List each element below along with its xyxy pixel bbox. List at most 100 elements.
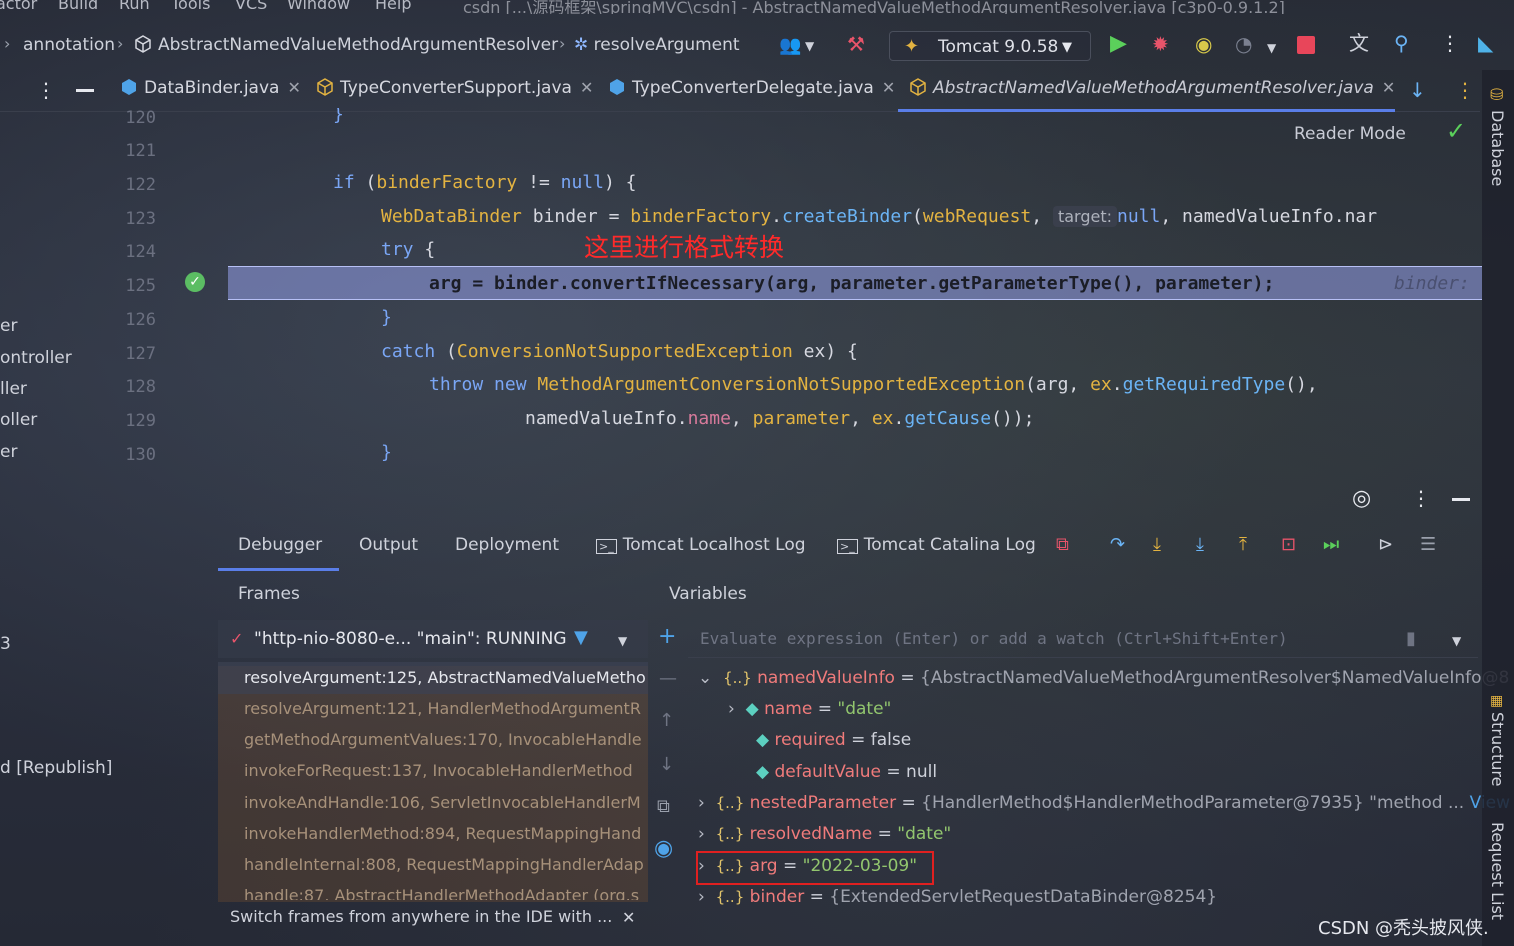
coverage-icon[interactable]: ◔ bbox=[1235, 34, 1252, 54]
run-icon[interactable]: ▶ bbox=[1110, 33, 1127, 55]
tab-abstractnamedvaluemethodargumentresolver[interactable]: AbstractNamedValueMethodArgumentResolver… bbox=[909, 78, 1395, 108]
tab-deployment[interactable]: Deployment bbox=[455, 535, 559, 555]
field-icon: ◆ bbox=[745, 699, 759, 719]
structure-tool-button[interactable]: Structure bbox=[1488, 712, 1507, 786]
stack-frame[interactable]: invokeHandlerMethod:894, RequestMappingH… bbox=[244, 824, 648, 843]
variable-row[interactable]: ⌄ {..} namedValueInfo = {AbstractNamedVa… bbox=[698, 668, 1509, 688]
menu-build[interactable]: Build bbox=[58, 0, 98, 13]
build-hammer-icon[interactable]: ⚒ bbox=[847, 34, 865, 54]
tab-tomcat-catalina-log[interactable]: >_ Tomcat Catalina Log bbox=[837, 535, 1036, 555]
tab-typeconvertersupport[interactable]: TypeConverterSupport.java ✕ bbox=[316, 78, 593, 108]
close-icon[interactable]: ✕ bbox=[622, 909, 635, 927]
arrow-down-icon[interactable]: ↓ bbox=[1409, 80, 1426, 100]
project-tree-item[interactable]: ller bbox=[0, 379, 27, 399]
breadcrumb-class[interactable]: AbstractNamedValueMethodArgumentResolver bbox=[134, 35, 558, 55]
stack-frame[interactable]: invokeAndHandle:106, ServletInvocableHan… bbox=[244, 793, 648, 812]
dropdown-caret-icon[interactable]: ▼ bbox=[1452, 632, 1461, 650]
variable-row[interactable]: › {..} binder = {ExtendedServletRequestD… bbox=[698, 887, 1217, 907]
breadcrumb-method[interactable]: ✲ resolveArgument bbox=[574, 35, 740, 55]
reader-mode-button[interactable]: Reader Mode bbox=[1294, 124, 1406, 144]
project-tree-item[interactable]: oller bbox=[0, 410, 37, 430]
structure-icon[interactable]: ▦ bbox=[1490, 692, 1503, 710]
database-tool-button[interactable]: Database bbox=[1488, 110, 1507, 186]
variable-row[interactable]: › {..} resolvedName = "date" bbox=[698, 824, 951, 844]
filter-icon[interactable]: ▼ bbox=[574, 629, 588, 647]
console-icon[interactable]: ⊳ bbox=[1378, 536, 1393, 554]
minimize-icon[interactable] bbox=[1452, 498, 1470, 501]
variable-row[interactable]: ◆ defaultValue = null bbox=[756, 762, 937, 782]
tab-debugger[interactable]: Debugger bbox=[238, 535, 322, 555]
search-icon[interactable]: ⚲ bbox=[1394, 33, 1409, 53]
layout-settings-icon[interactable]: ☰ bbox=[1420, 536, 1436, 554]
thread-selector[interactable]: ✓ "http-nio-8080-e... "main": RUNNING ▼ … bbox=[218, 620, 648, 658]
breadcrumb-package[interactable]: annotation bbox=[23, 35, 115, 55]
more-vertical-icon[interactable]: ⋮ bbox=[1440, 33, 1460, 53]
step-out-icon[interactable]: ⤒ bbox=[1239, 536, 1247, 554]
database-icon[interactable]: ⛁ bbox=[1490, 86, 1503, 104]
dropdown-caret-icon[interactable]: ▼ bbox=[618, 632, 627, 650]
minimize-icon[interactable] bbox=[76, 89, 94, 92]
variable-row[interactable]: › {..} nestedParameter = {HandlerMethod$… bbox=[698, 793, 1510, 813]
tab-tomcat-localhost-log[interactable]: >_ Tomcat Localhost Log bbox=[596, 535, 806, 555]
stack-frame[interactable]: resolveArgument:125, AbstractNamedValueM… bbox=[244, 668, 648, 687]
tab-databinder[interactable]: DataBinder.java ✕ bbox=[120, 78, 301, 108]
eye-icon[interactable]: ◉ bbox=[654, 838, 673, 860]
dropdown-caret-icon[interactable]: ▼ bbox=[805, 37, 814, 55]
project-tree-item[interactable]: ontroller bbox=[0, 348, 72, 368]
run-configuration-select[interactable]: ✦ Tomcat 9.0.58 ▼ bbox=[889, 31, 1091, 61]
step-over-icon[interactable]: ↷ bbox=[1110, 536, 1125, 554]
code-editor[interactable]: 120 121 122 123 124 125 126 127 128 129 … bbox=[106, 108, 1482, 478]
stack-frame[interactable]: resolveArgument:121, HandlerMethodArgume… bbox=[244, 699, 648, 718]
remove-icon[interactable]: — bbox=[659, 670, 677, 688]
resume-icon[interactable]: ⏭ bbox=[1323, 536, 1339, 554]
debug-bug-icon[interactable]: ✹ bbox=[1152, 34, 1169, 54]
tab-output[interactable]: Output bbox=[359, 535, 418, 555]
project-tree-item[interactable]: 3 bbox=[0, 634, 11, 654]
menu-refactor[interactable]: actor bbox=[0, 0, 37, 13]
close-icon[interactable]: ✕ bbox=[882, 78, 895, 97]
stack-frame[interactable]: invokeForRequest:137, InvocableHandlerMe… bbox=[244, 761, 648, 780]
menu-window[interactable]: Window bbox=[287, 0, 350, 13]
dropdown-caret-icon[interactable]: ▼ bbox=[1267, 39, 1276, 57]
copy-icon[interactable]: ⧉ bbox=[657, 798, 670, 816]
target-icon[interactable]: ◎ bbox=[1352, 488, 1371, 510]
users-icon[interactable]: 👥 bbox=[779, 37, 801, 55]
arrow-down-icon[interactable]: ↓ bbox=[659, 756, 674, 774]
restore-layout-icon[interactable]: ⧉ bbox=[1056, 536, 1069, 554]
plugin-icon[interactable]: ◣ bbox=[1478, 33, 1493, 53]
tab-typeconverterdelegate[interactable]: TypeConverterDelegate.java ✕ bbox=[608, 78, 895, 108]
force-step-into-icon[interactable]: ⤓ bbox=[1196, 536, 1204, 554]
menu-vcs[interactable]: VCS bbox=[235, 0, 267, 13]
evaluate-expression-input[interactable]: Evaluate expression (Enter) or add a wat… bbox=[688, 620, 1478, 658]
menu-run[interactable]: Run bbox=[119, 0, 150, 13]
arrow-up-icon[interactable]: ↑ bbox=[659, 712, 674, 730]
variable-row[interactable]: › ◆ name = "date" bbox=[728, 699, 891, 719]
menu-help[interactable]: Help bbox=[375, 0, 411, 13]
more-vertical-icon[interactable]: ⋮ bbox=[1411, 488, 1431, 508]
active-tab-indicator bbox=[218, 568, 339, 571]
add-watch-icon[interactable]: + bbox=[658, 626, 676, 648]
project-tree-item[interactable]: er bbox=[0, 316, 17, 336]
close-icon[interactable]: ✕ bbox=[580, 78, 593, 97]
close-icon[interactable]: ✕ bbox=[287, 78, 300, 97]
project-tree-item[interactable]: er bbox=[0, 442, 17, 462]
code-line-124: try { bbox=[381, 239, 436, 260]
step-into-icon[interactable]: ⤓ bbox=[1153, 536, 1161, 554]
stack-frame[interactable]: handleInternal:808, RequestMappingHandle… bbox=[244, 855, 648, 874]
bookmark-icon[interactable]: ▮ bbox=[1406, 630, 1416, 648]
close-icon[interactable]: ✕ bbox=[1382, 78, 1395, 97]
stack-frame[interactable]: handle:87, AbstractHandlerMethodAdapter … bbox=[244, 886, 648, 900]
code-line-122: if (binderFactory != null) { bbox=[333, 172, 637, 193]
run-to-cursor-icon[interactable]: ⊡ bbox=[1281, 536, 1296, 554]
more-vertical-icon[interactable]: ⋮ bbox=[36, 80, 56, 100]
stack-frame[interactable]: getMethodArgumentValues:170, InvocableHa… bbox=[244, 730, 648, 749]
request-list-tool-button[interactable]: Request List bbox=[1488, 822, 1507, 920]
more-vertical-icon[interactable]: ⋮ bbox=[1455, 80, 1475, 100]
menu-tools[interactable]: Tools bbox=[171, 0, 210, 13]
breakpoint-check-icon[interactable]: ✓ bbox=[185, 272, 205, 292]
profile-icon[interactable]: ◉ bbox=[1195, 34, 1212, 54]
project-tree-item[interactable]: d [Republish] bbox=[0, 758, 112, 778]
stop-icon[interactable] bbox=[1297, 36, 1315, 54]
translate-icon[interactable]: 文 bbox=[1349, 33, 1369, 53]
variable-row[interactable]: ◆ required = false bbox=[756, 730, 911, 750]
